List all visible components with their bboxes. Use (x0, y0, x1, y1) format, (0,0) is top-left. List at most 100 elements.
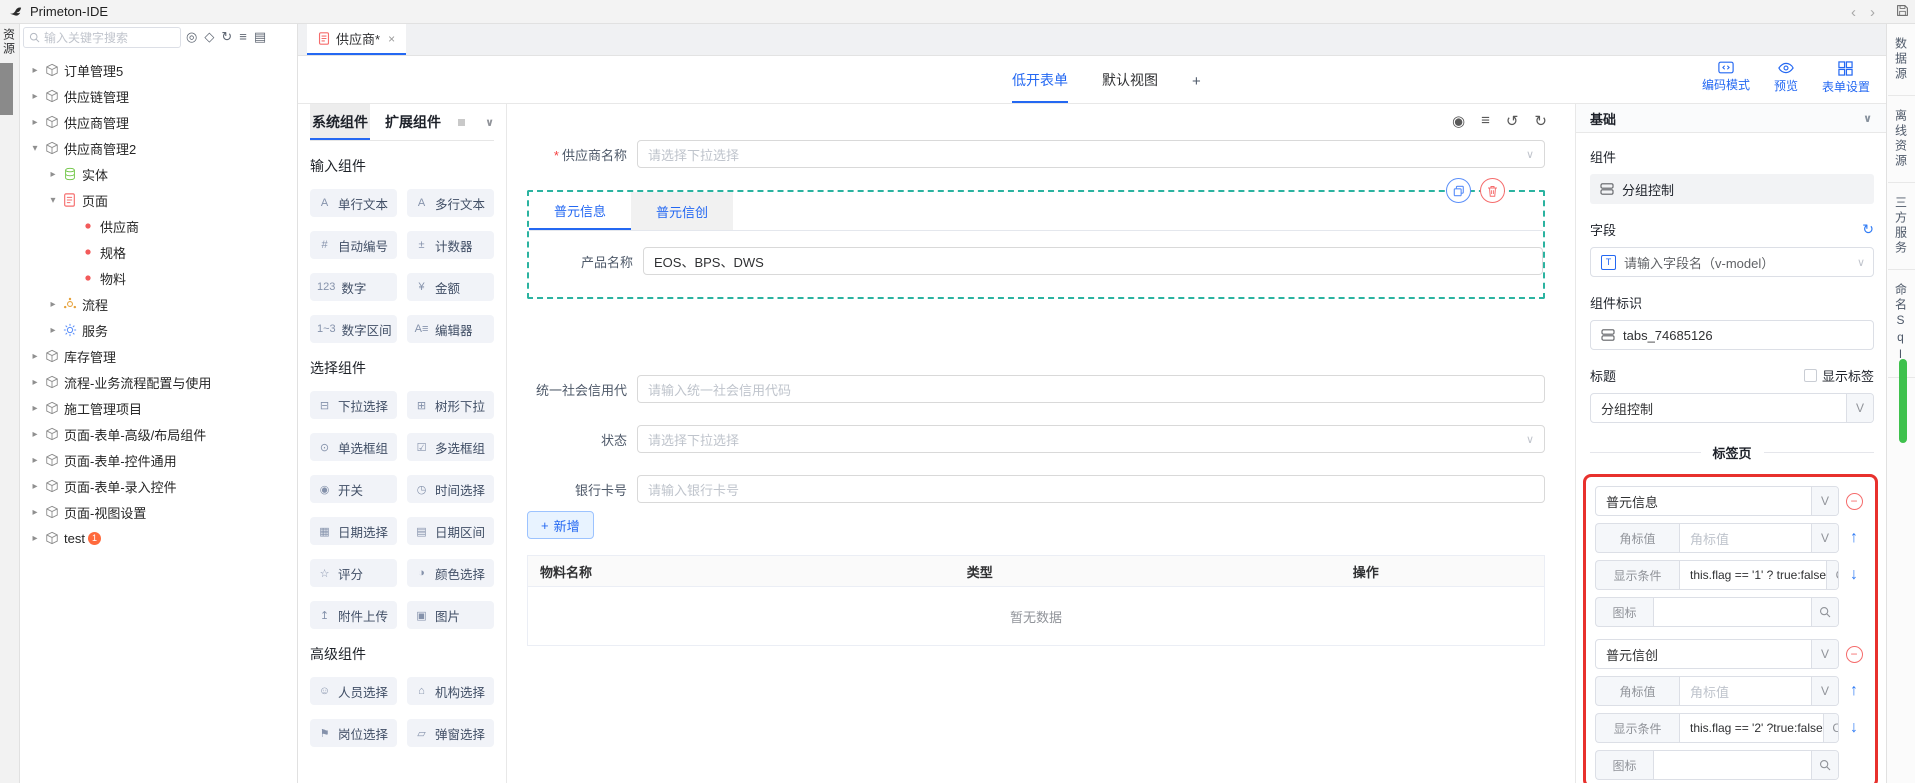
tab-lowcode-form[interactable]: 低开表单 (1012, 70, 1068, 103)
group-tab-puyuan-info[interactable]: 普元信息 (529, 192, 631, 230)
expand-arrow-icon[interactable]: ▸ (28, 455, 42, 466)
credit-code-input[interactable]: 请输入统一社会信用代码 (637, 375, 1545, 403)
tree-item[interactable]: ▸施工管理项目 (20, 395, 297, 421)
supplier-name-select[interactable]: 请选择下拉选择 ∨ (637, 140, 1545, 168)
palette-item-single-line-text[interactable]: A单行文本 (310, 189, 397, 217)
delete-component-button[interactable] (1480, 178, 1505, 203)
palette-item-date-range[interactable]: ▤日期区间 (407, 517, 494, 545)
bank-card-input[interactable]: 请输入银行卡号 (637, 475, 1545, 503)
add-view-tab-button[interactable]: + (1192, 73, 1201, 103)
component-id-input[interactable]: tabs_74685126 (1590, 320, 1874, 350)
expand-arrow-icon[interactable]: ▸ (28, 481, 42, 492)
add-row-button[interactable]: + 新增 (527, 511, 594, 539)
tree-item[interactable]: ▸供应链管理 (20, 83, 297, 109)
search-icon-button[interactable] (1811, 598, 1838, 626)
palette-item-radio-group[interactable]: ⊙单选框组 (310, 433, 397, 461)
tree-item[interactable]: ▸供应商管理 (20, 109, 297, 135)
refresh-icon[interactable]: ↻ (221, 29, 232, 45)
right-strip-tab[interactable]: 离线资源 (1888, 96, 1915, 183)
badge-value-input[interactable]: 角标值 V (1679, 523, 1839, 553)
form-settings-button[interactable]: 表单设置 (1822, 61, 1870, 95)
palette-item-dropdown-select[interactable]: ⊟下拉选择 (310, 391, 397, 419)
right-strip-tab[interactable]: 数据源 (1888, 24, 1915, 96)
tab-name-input[interactable]: 普元信创 V (1595, 639, 1839, 669)
tree-item[interactable]: ▸页面-表单-高级/布局组件 (20, 421, 297, 447)
tab-default-view[interactable]: 默认视图 (1102, 70, 1158, 103)
scrollbar-thumb[interactable] (0, 63, 13, 115)
tree-item[interactable]: ▸页面-表单-控件通用 (20, 447, 297, 473)
expand-arrow-icon[interactable]: ▸ (28, 377, 42, 388)
tab-system-components[interactable]: 系统组件 (310, 104, 370, 140)
save-icon[interactable] (1896, 4, 1909, 20)
undo-icon[interactable]: ↺ (1506, 112, 1519, 130)
expand-arrow-icon[interactable]: ▸ (28, 403, 42, 414)
expand-arrow-icon[interactable]: ▸ (46, 299, 60, 310)
move-down-icon[interactable]: ↓ (1850, 719, 1858, 737)
tree-item[interactable]: 供应商 (20, 213, 297, 239)
product-name-input[interactable]: EOS、BPS、DWS (643, 247, 1543, 275)
move-down-icon[interactable]: ↓ (1850, 566, 1858, 584)
palette-item-color-picker[interactable]: ◑颜色选择 (407, 559, 494, 587)
expand-arrow-icon[interactable]: ▸ (28, 65, 42, 76)
palette-item-tree-select[interactable]: ⊞树形下拉 (407, 391, 494, 419)
expression-toggle-button[interactable]: V (1811, 640, 1838, 668)
icon-picker-input[interactable] (1653, 597, 1839, 627)
nav-forward-icon[interactable]: › (1870, 4, 1875, 21)
section-basic[interactable]: 基础 ∨ (1576, 104, 1886, 133)
expand-arrow-icon[interactable]: ▸ (28, 117, 42, 128)
tree-item[interactable]: 规格 (20, 239, 297, 265)
expand-arrow-icon[interactable]: ▸ (28, 429, 42, 440)
tab-name-input[interactable]: 普元信息 V (1595, 486, 1839, 516)
tree-item[interactable]: ▾页面 (20, 187, 297, 213)
doc-tab-supplier[interactable]: 供应商* × (307, 24, 406, 55)
tree-item[interactable]: ▸test1 (20, 525, 297, 551)
move-up-icon[interactable]: ↑ (1850, 682, 1858, 700)
search-icon-button[interactable] (1811, 751, 1838, 779)
collapse-arrow-icon[interactable]: ▾ (46, 195, 60, 206)
palette-item-editor[interactable]: A≡编辑器 (407, 315, 494, 343)
tree-item[interactable]: ▾供应商管理2 (20, 135, 297, 161)
move-up-icon[interactable]: ↑ (1850, 529, 1858, 547)
right-strip-tab[interactable]: 三方服务 (1888, 183, 1915, 270)
tree-item[interactable]: ▸库存管理 (20, 343, 297, 369)
condition-input[interactable]: this.flag == '1' ? true:false C (1679, 560, 1839, 590)
chevron-down-icon[interactable]: ∨ (485, 116, 494, 129)
palette-item-file-upload[interactable]: ↥附件上传 (310, 601, 397, 629)
tree-item[interactable]: ▸服务 (20, 317, 297, 343)
export-icon[interactable]: ▤ (254, 29, 266, 45)
palette-item-number[interactable]: 123数字 (310, 273, 397, 301)
expression-toggle-button[interactable]: V (1811, 487, 1838, 515)
search-input[interactable]: 输入关键字搜索 (23, 27, 181, 48)
palette-item-date-picker[interactable]: ▦日期选择 (310, 517, 397, 545)
remove-tab-button[interactable]: − (1846, 646, 1863, 663)
palette-item-image[interactable]: ▣图片 (407, 601, 494, 629)
expression-toggle-button[interactable]: V (1811, 677, 1838, 705)
close-icon[interactable]: × (388, 32, 395, 46)
palette-item-counter[interactable]: ±计数器 (407, 231, 494, 259)
code-mode-button[interactable]: 编码模式 (1702, 61, 1750, 95)
palette-item-rating[interactable]: ☆评分 (310, 559, 397, 587)
status-select[interactable]: 请选择下拉选择 ∨ (637, 425, 1545, 453)
tree-item[interactable]: ▸订单管理5 (20, 57, 297, 83)
condition-toggle-button[interactable]: C (1826, 561, 1839, 589)
tree-item[interactable]: ▸流程 (20, 291, 297, 317)
icon-picker-input[interactable] (1653, 750, 1839, 780)
palette-item-org-select[interactable]: ⌂机构选择 (407, 677, 494, 705)
condition-input[interactable]: this.flag == '2' ?true:false C (1679, 713, 1839, 743)
expand-arrow-icon[interactable]: ▸ (28, 533, 42, 544)
expand-arrow-icon[interactable]: ▸ (46, 169, 60, 180)
tree-item[interactable]: ▸页面-表单-录入控件 (20, 473, 297, 499)
module-icon[interactable]: ◇ (204, 29, 214, 45)
tree-item[interactable]: 物料 (20, 265, 297, 291)
remove-tab-button[interactable]: − (1846, 493, 1863, 510)
show-label-checkbox[interactable]: 显示标签 (1804, 366, 1874, 385)
ai-assist-icon[interactable]: ◎ (186, 29, 197, 45)
outline-list-icon[interactable]: ≡ (239, 29, 247, 45)
expression-toggle-button[interactable]: V (1811, 524, 1838, 552)
scrollbar-thumb[interactable] (1899, 359, 1907, 443)
redo-icon[interactable]: ↻ (1534, 112, 1547, 130)
palette-item-checkbox-group[interactable]: ☑多选框组 (407, 433, 494, 461)
palette-item-post-select[interactable]: ⚑岗位选择 (310, 719, 397, 747)
palette-item-auto-number[interactable]: #自动编号 (310, 231, 397, 259)
nav-back-icon[interactable]: ‹ (1851, 4, 1856, 21)
